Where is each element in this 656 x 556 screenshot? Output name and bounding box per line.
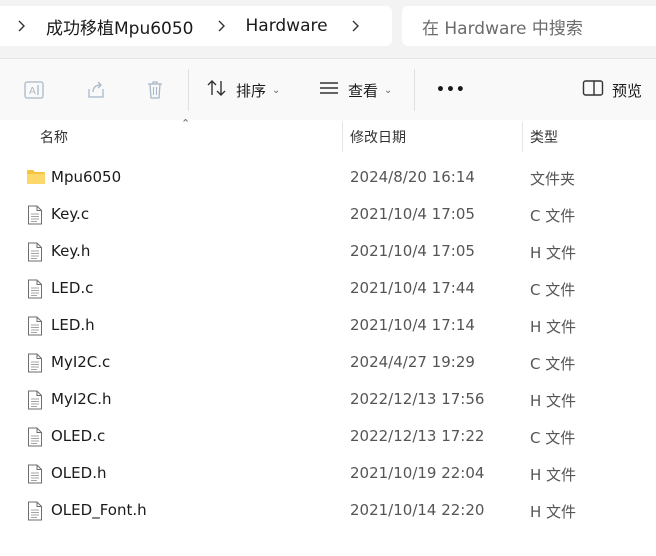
file-name: Key.c: [51, 205, 90, 223]
file-date-modified: 2022/12/13 17:22: [350, 427, 485, 445]
file-date-modified: 2021/10/4 17:05: [350, 205, 475, 223]
sort-label: 排序: [236, 81, 267, 100]
file-type: C 文件: [530, 207, 576, 225]
file-row[interactable]: MyI2C.c 2024/4/27 19:29 C 文件: [0, 345, 656, 382]
file-name: MyI2C.h: [51, 390, 112, 408]
column-header: ⌃ 名称 修改日期 类型: [0, 117, 656, 154]
chevron-down-icon: ⌄: [272, 84, 281, 96]
file-type: H 文件: [530, 392, 577, 410]
file-row[interactable]: OLED.c 2022/12/13 17:22 C 文件: [0, 419, 656, 456]
file-name: OLED_Font.h: [51, 501, 147, 519]
file-row[interactable]: MyI2C.h 2022/12/13 17:56 H 文件: [0, 382, 656, 419]
breadcrumb-item-hardware[interactable]: Hardware: [246, 16, 328, 36]
file-date-modified: 2022/12/13 17:56: [350, 390, 485, 408]
more-options-button[interactable]: •••: [436, 73, 466, 107]
chevron-right-icon[interactable]: [348, 19, 362, 33]
more-icon: •••: [436, 82, 466, 98]
rename-icon[interactable]: A: [22, 78, 46, 102]
file-row[interactable]: Mpu6050 2024/8/20 16:14 文件夹: [0, 160, 656, 197]
file-date-modified: 2021/10/4 17:05: [350, 242, 475, 260]
file-row[interactable]: Key.h 2021/10/4 17:05 H 文件: [0, 234, 656, 271]
file-date-modified: 2021/10/4 17:14: [350, 316, 475, 334]
document-icon: [26, 390, 46, 410]
file-row[interactable]: LED.h 2021/10/4 17:14 H 文件: [0, 308, 656, 345]
document-icon: [26, 242, 46, 262]
toolbar-divider: [188, 69, 189, 111]
file-list: Mpu6050 2024/8/20 16:14 文件夹 Key.c 2021/10/4 …: [0, 160, 656, 530]
file-date-modified: 2024/8/20 16:14: [350, 168, 475, 186]
file-type: C 文件: [530, 281, 576, 299]
chevron-right-icon[interactable]: [14, 19, 28, 33]
file-name: Mpu6050: [51, 168, 122, 186]
document-icon: [26, 501, 46, 521]
breadcrumb-item-project[interactable]: 成功移植Mpu6050: [46, 14, 194, 39]
document-icon: [26, 279, 46, 299]
toolbar-divider: [414, 69, 415, 111]
preview-pane-button[interactable]: 预览: [582, 73, 642, 107]
file-date-modified: 2024/4/27 19:29: [350, 353, 475, 371]
file-date-modified: 2021/10/14 22:20: [350, 501, 485, 519]
column-date-label: 修改日期: [350, 130, 406, 146]
file-row[interactable]: LED.c 2021/10/4 17:44 C 文件: [0, 271, 656, 308]
search-input[interactable]: 在 Hardware 中搜索: [402, 6, 656, 46]
file-type: C 文件: [530, 429, 576, 447]
document-icon: [26, 353, 46, 373]
preview-icon: [582, 79, 604, 101]
file-row[interactable]: OLED_Font.h 2021/10/14 22:20 H 文件: [0, 493, 656, 530]
file-name: OLED.c: [51, 427, 106, 445]
file-row[interactable]: OLED.h 2021/10/19 22:04 H 文件: [0, 456, 656, 493]
sort-icon: [206, 78, 228, 102]
sort-button[interactable]: 排序 ⌄: [206, 73, 280, 107]
document-icon: [26, 316, 46, 336]
file-date-modified: 2021/10/19 22:04: [350, 464, 485, 482]
folder-icon: [26, 168, 46, 188]
file-name: MyI2C.c: [51, 353, 111, 371]
document-icon: [26, 464, 46, 484]
column-divider[interactable]: [342, 122, 343, 152]
address-bar-row: 成功移植Mpu6050 Hardware 在 Hardware 中搜索: [0, 0, 656, 58]
file-name: LED.h: [51, 316, 95, 334]
file-type: H 文件: [530, 318, 577, 336]
column-type[interactable]: 类型: [530, 120, 650, 154]
view-button[interactable]: 查看 ⌄: [318, 73, 392, 107]
file-type: H 文件: [530, 466, 577, 484]
file-date-modified: 2021/10/4 17:44: [350, 279, 475, 297]
column-divider[interactable]: [522, 122, 523, 152]
column-type-label: 类型: [530, 130, 558, 146]
file-name: LED.c: [51, 279, 94, 297]
svg-text:A: A: [29, 86, 36, 97]
preview-label: 预览: [612, 81, 643, 100]
document-icon: [26, 205, 46, 225]
column-name[interactable]: 名称: [40, 120, 340, 154]
breadcrumb[interactable]: 成功移植Mpu6050 Hardware: [0, 6, 392, 46]
column-name-label: 名称: [40, 130, 68, 146]
chevron-down-icon: ⌄: [384, 84, 393, 96]
file-name: OLED.h: [51, 464, 107, 482]
view-icon: [318, 78, 340, 102]
search-placeholder: 在 Hardware 中搜索: [422, 18, 583, 39]
column-date-modified[interactable]: 修改日期: [350, 120, 520, 154]
command-bar: A 排序 ⌄ 查看 ⌄ ••• 预览: [0, 58, 656, 120]
file-row[interactable]: Key.c 2021/10/4 17:05 C 文件: [0, 197, 656, 234]
view-label: 查看: [348, 81, 379, 100]
file-type: H 文件: [530, 244, 577, 262]
file-name: Key.h: [51, 242, 91, 260]
file-type: C 文件: [530, 355, 576, 373]
file-type: H 文件: [530, 503, 577, 521]
delete-icon[interactable]: [143, 78, 167, 102]
chevron-right-icon[interactable]: [214, 19, 228, 33]
document-icon: [26, 427, 46, 447]
share-icon[interactable]: [84, 78, 108, 102]
file-type: 文件夹: [530, 170, 576, 188]
